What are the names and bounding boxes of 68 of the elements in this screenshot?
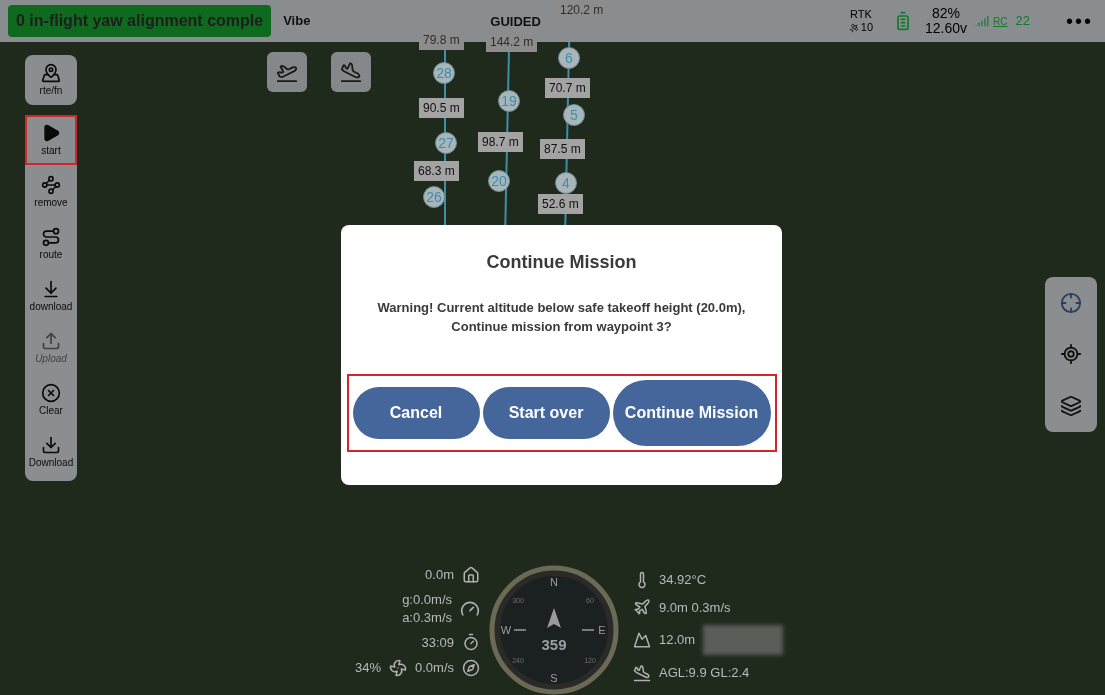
sidebar-item[interactable]: Clear [25, 375, 77, 425]
distance-label: 68.3 m [414, 161, 459, 181]
dial-icon [462, 658, 480, 677]
distance-label: 87.5 m [540, 139, 585, 159]
telemetry-value: 9.0m 0.3m/s [659, 598, 731, 617]
plane-landing-icon [633, 663, 651, 682]
heading-value: 359 [541, 636, 567, 653]
aircraft-locate-button[interactable] [1060, 291, 1082, 314]
gps-type: RTK [850, 8, 872, 21]
land-icon [340, 61, 362, 83]
battery-percent: 82% [932, 6, 961, 21]
battery-voltage: 12.60v [925, 21, 968, 36]
timer-icon [462, 633, 480, 652]
dialog-button[interactable]: Cancel [352, 387, 480, 439]
download-icon [41, 435, 61, 455]
distance-label: 52.6 m [538, 194, 583, 214]
throttle-value: 34% [354, 659, 381, 677]
satellite-count: 10 [860, 21, 873, 34]
signal-icon [975, 14, 990, 28]
telemetry-value: AGL:9.9 GL:2.4 [659, 664, 750, 682]
telemetry-value: 0.0m [425, 566, 454, 584]
flight-mode[interactable]: GUIDED [490, 12, 541, 32]
sidebar-item[interactable]: download [25, 271, 77, 321]
rc-signal-value: 22 [1015, 12, 1030, 31]
dialog-message: Warning! Current altitude below safe takeoff height (20.0m), Continue mission from waypoint 3? [376, 299, 747, 336]
satellite-icon [848, 22, 859, 33]
ground-speed: g:0.0m/s [402, 590, 452, 609]
clear-icon [41, 383, 61, 403]
download-icon [41, 279, 61, 299]
vehicle-name: Vibe [283, 12, 311, 31]
rc-label: RC [993, 14, 1008, 29]
dialog-button[interactable]: Start over [482, 387, 610, 439]
sidebar-item[interactable]: start [25, 115, 77, 165]
telemetry-value: 33:09 [421, 633, 454, 652]
distance-label: 70.7 m [545, 78, 590, 98]
altitude-value: 12.0m [659, 631, 696, 650]
upload-icon [41, 331, 61, 351]
locate-button[interactable] [1060, 343, 1082, 366]
play-icon [41, 123, 61, 143]
route-icon [41, 227, 61, 247]
air-speed: a:0.3m/s [402, 608, 452, 627]
layers-icon [1060, 395, 1082, 418]
crosshair-icon [1060, 291, 1082, 314]
distance-label: 90.5 m [419, 98, 464, 118]
plane-icon [633, 598, 651, 617]
compass-direction: E [598, 624, 606, 636]
sidebar-item[interactable]: rte/fn [25, 55, 77, 105]
land-button[interactable] [331, 52, 371, 92]
mountain-icon [633, 631, 651, 649]
distance-label: 98.7 m [478, 132, 523, 152]
menu-button[interactable]: ••• [1066, 6, 1093, 36]
sidebar-item[interactable]: Download [25, 427, 77, 477]
vertical-speed: 0.0m/s [415, 659, 454, 677]
fan-icon [389, 658, 407, 677]
sidebar-item[interactable]: route [25, 219, 77, 269]
home-icon [462, 565, 480, 584]
map-pin-icon [41, 63, 61, 83]
status-message: 0 in-flight yaw alignment comple [8, 5, 272, 37]
takeoff-button[interactable] [267, 52, 307, 92]
telemetry-value: 34.92°C [659, 571, 707, 589]
compass-direction: N [550, 576, 558, 588]
compass-direction: S [550, 672, 558, 684]
sidebar-item[interactable]: remove [25, 167, 77, 217]
dialog-button[interactable]: Continue Mission [612, 380, 771, 446]
compass-direction: W [500, 624, 512, 636]
dialog-title: Continue Mission [486, 251, 637, 274]
locate-icon [1060, 343, 1082, 366]
layers-button[interactable] [1060, 395, 1082, 418]
